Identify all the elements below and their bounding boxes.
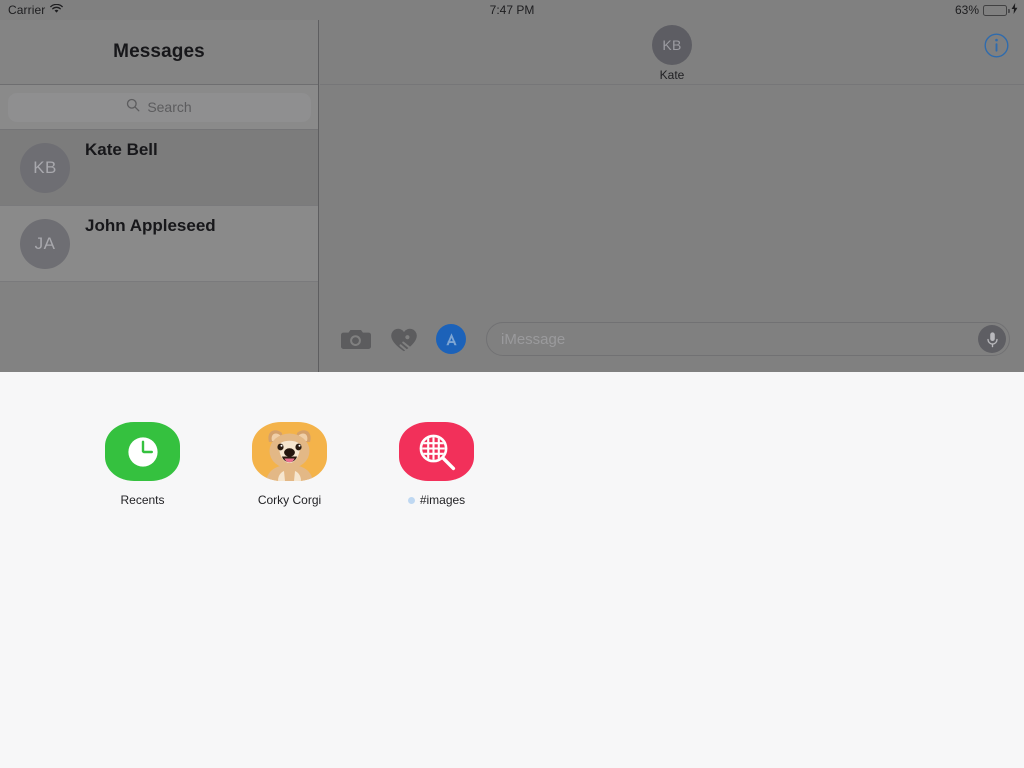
message-placeholder: iMessage — [501, 330, 566, 348]
microphone-icon[interactable] — [978, 325, 1006, 353]
clock-icon[interactable] — [105, 422, 180, 481]
conversation-name: Kate Bell — [85, 140, 158, 159]
corgi-sticker-icon[interactable] — [252, 422, 327, 481]
conversation-list: KB Kate Bell JA John Appleseed — [0, 130, 318, 282]
search-input[interactable]: Search — [7, 92, 311, 122]
status-bar-right: 63% — [955, 3, 1018, 17]
message-canvas — [320, 85, 1024, 307]
ipad-messages-screen: Carrier 7:47 PM 63% Messages Search KB K… — [0, 0, 1024, 768]
app-cell-corky-corgi[interactable]: Corky Corgi — [242, 422, 337, 507]
message-input[interactable]: iMessage — [486, 322, 1010, 356]
contact-name: Kate — [659, 67, 685, 82]
app-drawer-grid: Recents Corky Corgi #images — [0, 422, 1024, 507]
imessage-app-drawer: Recents Corky Corgi #images — [0, 372, 1024, 768]
app-label-row-corky-corgi: Corky Corgi — [258, 493, 321, 507]
app-cell-recents[interactable]: Recents — [95, 422, 190, 507]
conversations-sidebar: Messages Search KB Kate Bell JA John App… — [0, 20, 319, 372]
messages-app-dimmed-overlay: Carrier 7:47 PM 63% Messages Search KB K… — [0, 0, 1024, 372]
conversation-pane: KB Kate iMessage — [320, 20, 1024, 372]
info-button[interactable] — [983, 32, 1010, 59]
app-label-row-recents: Recents — [120, 493, 164, 507]
status-bar: Carrier 7:47 PM 63% — [0, 0, 1024, 20]
conversation-header: KB Kate — [320, 20, 1024, 85]
sidebar-header: Messages — [0, 20, 318, 85]
search-icon — [126, 98, 140, 117]
avatar: JA — [20, 218, 70, 269]
digital-touch-heart-icon[interactable] — [388, 323, 420, 355]
search-bar-container: Search — [0, 85, 318, 130]
contact-avatar[interactable]: KB — [652, 24, 692, 65]
battery-icon — [983, 4, 1010, 16]
camera-icon[interactable] — [340, 323, 372, 355]
image-search-icon[interactable] — [399, 422, 474, 481]
app-label: Corky Corgi — [257, 493, 322, 507]
battery-percentage: 63% — [954, 3, 979, 17]
avatar: KB — [20, 142, 70, 193]
conversation-row-kate-bell[interactable]: KB Kate Bell — [0, 130, 318, 206]
conversation-row-john-appleseed[interactable]: JA John Appleseed — [0, 206, 318, 282]
app-cell-images[interactable]: #images — [389, 422, 484, 507]
app-label: #images — [419, 493, 466, 507]
conversation-name: John Appleseed — [85, 216, 216, 235]
status-bar-clock: 7:47 PM — [489, 3, 535, 17]
page-title: Messages — [113, 41, 205, 62]
new-app-badge-dot — [407, 496, 415, 504]
charging-bolt-icon — [1011, 3, 1018, 17]
app-label-row-images: #images — [407, 493, 466, 507]
app-store-icon[interactable] — [436, 324, 466, 354]
app-label: Recents — [120, 493, 165, 507]
search-placeholder: Search — [147, 99, 192, 115]
message-input-toolbar: iMessage — [320, 307, 1024, 371]
